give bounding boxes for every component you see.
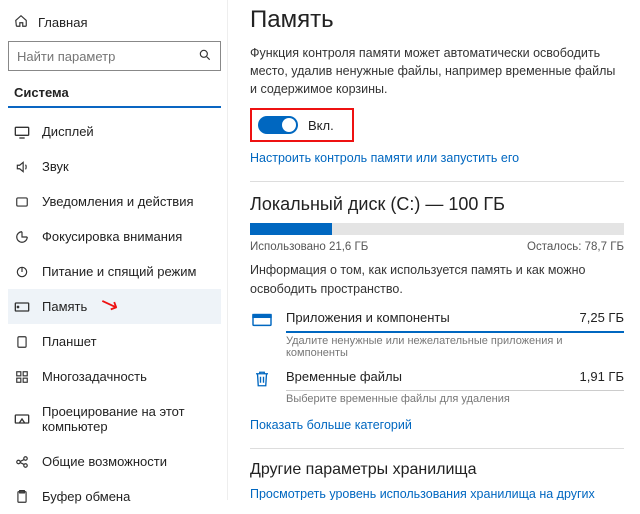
sidebar-item-label: Проецирование на этот компьютер [42,404,215,434]
home-label: Главная [38,15,87,30]
nav-list: Дисплей Звук Уведомления и действия Фоку… [8,114,221,514]
storage-sense-toggle-row: Вкл. [250,108,354,142]
usage-legend: Использовано 21,6 ГБ Осталось: 78,7 ГБ [250,241,624,253]
category-size: 1,91 ГБ [580,369,624,384]
show-more-link[interactable]: Показать больше категорий [250,418,412,432]
usage-bar-fill [250,223,332,235]
sidebar-item-label: Уведомления и действия [42,194,194,209]
sidebar-item-label: Фокусировка внимания [42,229,182,244]
usage-bar [250,223,624,235]
sidebar-item-storage[interactable]: Память ↘ [8,289,221,324]
other-storage-link[interactable]: Просмотреть уровень использования хранил… [250,487,624,500]
search-field[interactable] [17,49,198,64]
sidebar-item-label: Дисплей [42,124,94,139]
pointer-arrow-icon: ↘ [96,289,122,320]
sidebar-item-shared[interactable]: Общие возможности [8,444,221,479]
page-title: Память [250,6,624,34]
notification-icon [14,195,30,209]
search-icon [198,48,212,65]
sidebar-item-label: Многозадачность [42,369,147,384]
toggle-label: Вкл. [308,118,334,133]
disk-heading: Локальный диск (C:) — 100 ГБ [250,194,624,215]
display-icon [14,125,30,139]
category-size: 7,25 ГБ [580,310,624,325]
clipboard-icon [14,490,30,504]
sidebar: Главная Система Дисплей Звук Уведомления… [0,0,228,500]
divider [250,181,624,182]
disk-info: Информация о том, как используется памят… [250,261,624,297]
main-content: Память Функция контроля памяти может авт… [228,0,640,500]
focus-icon [14,230,30,244]
sidebar-item-tablet[interactable]: Планшет [8,324,221,359]
power-icon [14,265,30,279]
used-label: Использовано 21,6 ГБ [250,241,368,253]
sidebar-item-label: Буфер обмена [42,489,130,504]
search-input[interactable] [8,41,221,71]
sidebar-item-label: Питание и спящий режим [42,264,196,279]
storage-icon [14,301,30,313]
configure-link[interactable]: Настроить контроль памяти или запустить … [250,151,519,165]
sidebar-item-projecting[interactable]: Проецирование на этот компьютер [8,394,221,444]
multitask-icon [14,370,30,384]
divider [250,448,624,449]
category-sub: Выберите временные файлы для удаления [286,393,624,405]
sidebar-item-label: Общие возможности [42,454,167,469]
project-icon [14,413,30,425]
sidebar-item-label: Планшет [42,334,97,349]
share-icon [14,455,30,469]
free-label: Осталось: 78,7 ГБ [527,241,624,253]
category-name: Временные файлы [286,369,402,384]
sidebar-item-power[interactable]: Питание и спящий режим [8,254,221,289]
sidebar-item-label: Звук [42,159,69,174]
sidebar-item-display[interactable]: Дисплей [8,114,221,149]
apps-icon [250,310,274,330]
sidebar-item-label: Память [42,299,87,314]
sidebar-item-notifications[interactable]: Уведомления и действия [8,184,221,219]
section-title: Система [8,85,221,108]
category-name: Приложения и компоненты [286,310,450,325]
intro-text: Функция контроля памяти может автоматиче… [250,44,624,98]
sound-icon [14,160,30,174]
trash-icon [250,369,274,389]
home-icon [14,14,28,31]
sidebar-item-clipboard[interactable]: Буфер обмена [8,479,221,514]
sidebar-item-multitask[interactable]: Многозадачность [8,359,221,394]
category-temp[interactable]: Временные файлы 1,91 ГБ Выберите временн… [250,361,624,407]
home-link[interactable]: Главная [8,8,221,41]
sidebar-item-focus[interactable]: Фокусировка внимания [8,219,221,254]
category-sub: Удалите ненужные или нежелательные прило… [286,335,624,359]
sidebar-item-sound[interactable]: Звук [8,149,221,184]
category-apps[interactable]: Приложения и компоненты 7,25 ГБ Удалите … [250,302,624,361]
tablet-icon [14,335,30,349]
other-storage-heading: Другие параметры хранилища [250,461,624,479]
storage-sense-toggle[interactable] [258,116,298,134]
